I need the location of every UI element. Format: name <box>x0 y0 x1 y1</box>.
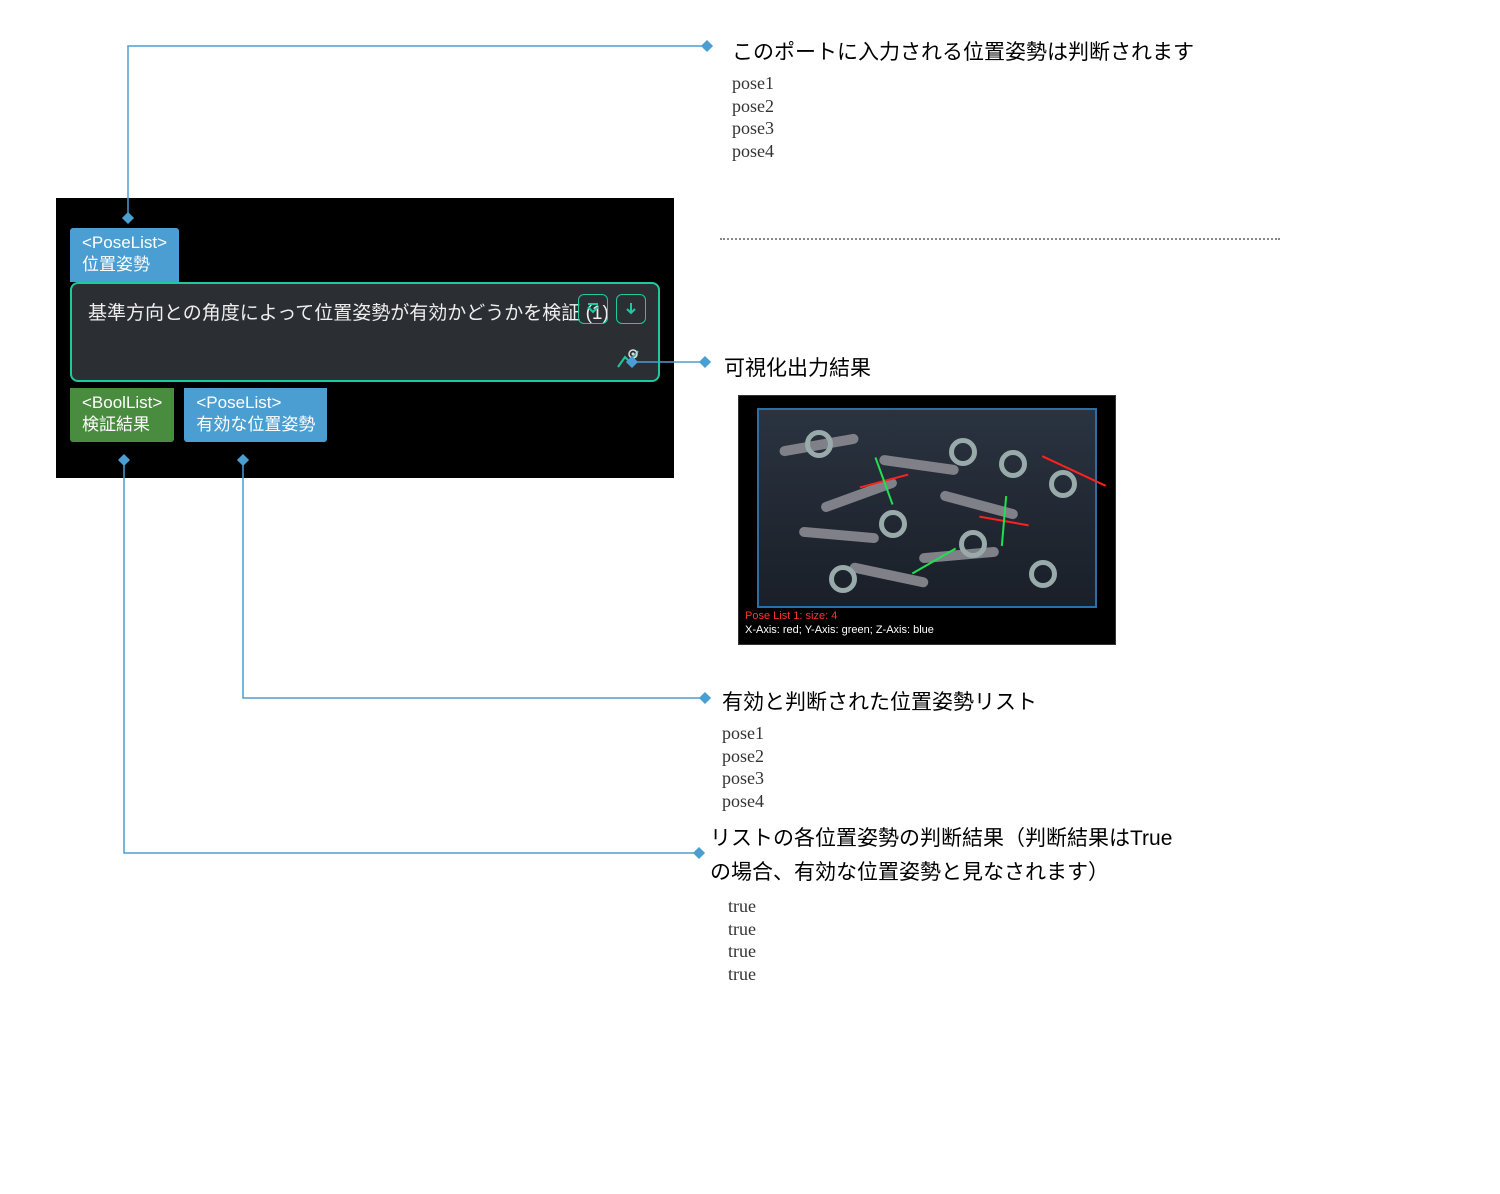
node-title-box[interactable]: 基準方向との角度によって位置姿勢が有効かどうかを検証 (1) <box>70 282 660 382</box>
annotation-bool: リストの各位置姿勢の判断結果（判断結果はTrueの場合、有効な位置姿勢と見なされ… <box>710 822 1190 985</box>
port-label: 有効な位置姿勢 <box>196 414 315 436</box>
anno-list-item: pose4 <box>732 140 1212 163</box>
port-type: <PoseList> <box>196 392 315 414</box>
viz-text-red: Pose List 1: size: 4 <box>745 610 837 622</box>
output-port-poselist[interactable]: <PoseList> 有効な位置姿勢 <box>184 388 327 442</box>
expand-icon[interactable] <box>578 294 608 324</box>
port-type: <PoseList> <box>82 232 167 254</box>
separator <box>720 238 1280 240</box>
anno-list-item: pose4 <box>722 790 1202 813</box>
node-title: 基準方向との角度によって位置姿勢が有効かどうかを検証 (1) <box>88 303 609 324</box>
viz-preview: Pose List 1: size: 4 X-Axis: red; Y-Axis… <box>738 395 1116 645</box>
anno-list-item: true <box>728 963 1190 986</box>
annotation-text: リストの各位置姿勢の判断結果（判断結果はTrueの場合、有効な位置姿勢と見なされ… <box>710 822 1190 889</box>
anno-list-item: pose3 <box>722 767 1202 790</box>
anno-list-item: pose1 <box>732 72 1212 95</box>
annotation-input: このポートに入力される位置姿勢は判断されます pose1 pose2 pose3… <box>732 36 1212 162</box>
anno-list-item: pose2 <box>722 745 1202 768</box>
input-port-poselist[interactable]: <PoseList> 位置姿勢 <box>70 228 179 282</box>
output-port-boollist[interactable]: <BoolList> 検証結果 <box>70 388 174 442</box>
annotation-text: 有効と判断された位置姿勢リスト <box>722 686 1202 716</box>
anno-list-item: true <box>728 918 1190 941</box>
viz-text-white: X-Axis: red; Y-Axis: green; Z-Axis: blue <box>745 624 934 636</box>
anno-list-item: true <box>728 895 1190 918</box>
annotation-valid: 有効と判断された位置姿勢リスト pose1 pose2 pose3 pose4 <box>722 686 1202 812</box>
port-label: 位置姿勢 <box>82 254 167 276</box>
download-icon[interactable] <box>616 294 646 324</box>
annotation-text: 可視化出力結果 <box>724 352 871 382</box>
anno-list-item: pose3 <box>732 117 1212 140</box>
annotation-viz: 可視化出力結果 <box>724 352 871 382</box>
anno-list-item: pose2 <box>732 95 1212 118</box>
viz-scene <box>757 408 1097 608</box>
visualize-icon[interactable] <box>614 344 642 372</box>
port-type: <BoolList> <box>82 392 162 414</box>
anno-list-item: true <box>728 940 1190 963</box>
node-panel: <PoseList> 位置姿勢 基準方向との角度によって位置姿勢が有効かどうかを… <box>56 198 674 478</box>
annotation-text: このポートに入力される位置姿勢は判断されます <box>732 36 1212 66</box>
anno-list-item: pose1 <box>722 722 1202 745</box>
port-label: 検証結果 <box>82 414 162 436</box>
